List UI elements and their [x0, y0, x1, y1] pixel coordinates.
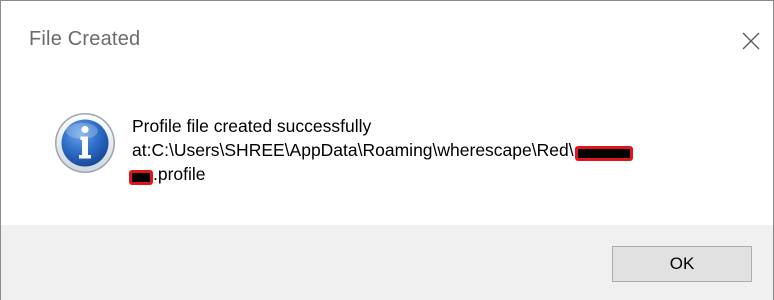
dialog-title: File Created [29, 28, 141, 50]
redaction-mark [577, 148, 630, 158]
dialog-message: Profile file created successfully at:C:\… [132, 114, 630, 186]
redaction-mark [132, 172, 150, 182]
message-line-3: .profile [132, 162, 630, 186]
message-dialog: File Created Profile file created succes… [0, 0, 774, 300]
message-line-2: at:C:\Users\SHREE\AppData\Roaming\wheres… [132, 138, 630, 162]
message-file-extension: .profile [153, 164, 206, 184]
button-bar: OK [1, 225, 773, 300]
info-icon [55, 113, 115, 173]
title-bar[interactable]: File Created [1, 1, 773, 75]
ok-button[interactable]: OK [612, 246, 752, 282]
message-path: at:C:\Users\SHREE\AppData\Roaming\wheres… [132, 140, 574, 160]
dialog-content: Profile file created successfully at:C:\… [1, 75, 773, 225]
close-button[interactable] [729, 19, 773, 63]
message-line-1: Profile file created successfully [132, 116, 372, 136]
close-icon [742, 32, 760, 50]
